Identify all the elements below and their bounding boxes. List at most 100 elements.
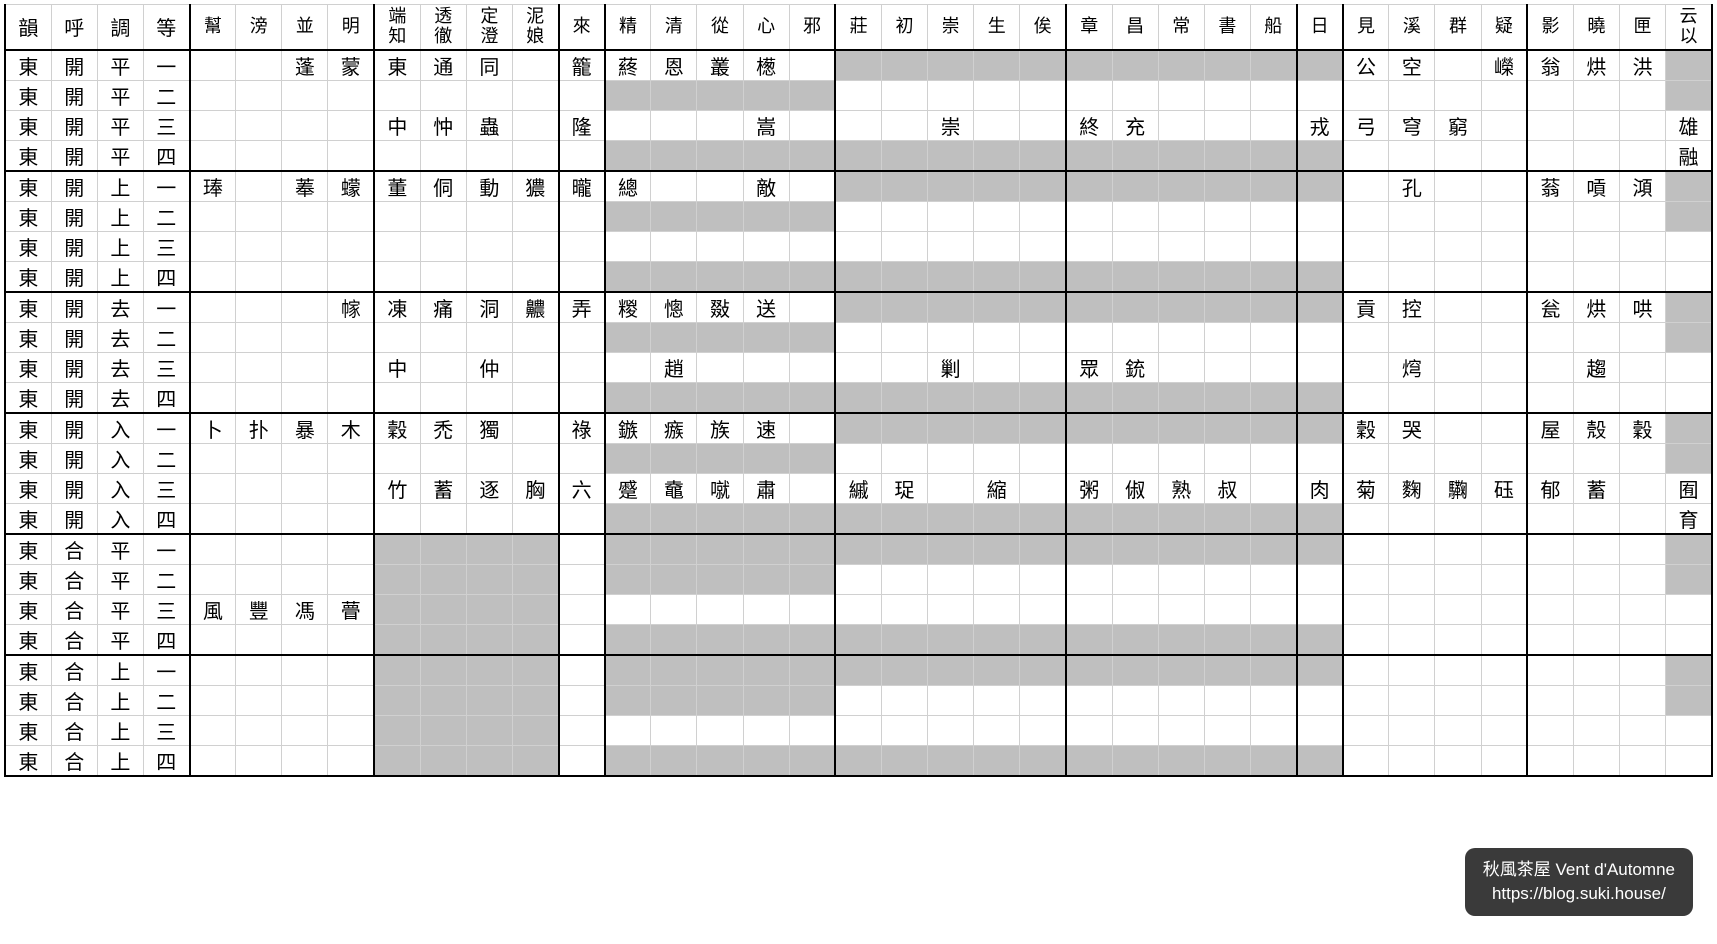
table-cell: 平 <box>97 110 143 140</box>
table-cell <box>236 443 282 473</box>
table-cell <box>789 50 835 81</box>
table-cell <box>559 534 605 565</box>
table-cell <box>697 745 743 776</box>
table-cell <box>1204 171 1250 202</box>
table-cell: 東 <box>5 292 51 323</box>
table-cell <box>928 292 974 323</box>
table-cell <box>928 413 974 444</box>
table-cell: 速 <box>743 413 789 444</box>
table-cell <box>651 80 697 110</box>
table-cell <box>1297 503 1343 534</box>
table-cell <box>1389 745 1435 776</box>
table-cell <box>697 261 743 292</box>
initial-header: 心 <box>743 5 789 50</box>
table-cell <box>1066 503 1112 534</box>
table-cell <box>1666 655 1713 686</box>
table-cell <box>512 352 558 382</box>
table-cell <box>236 745 282 776</box>
table-cell <box>1112 140 1158 171</box>
table-cell <box>236 503 282 534</box>
table-cell: 平 <box>97 50 143 81</box>
table-cell <box>190 473 236 503</box>
table-cell <box>1020 352 1066 382</box>
table-cell: 平 <box>97 80 143 110</box>
table-cell <box>466 655 512 686</box>
table-cell <box>881 110 927 140</box>
table-cell <box>420 443 466 473</box>
table-cell <box>1619 443 1665 473</box>
table-cell: 砡 <box>1481 473 1527 503</box>
table-cell <box>328 352 374 382</box>
table-cell <box>512 201 558 231</box>
table-cell: 合 <box>51 564 97 594</box>
table-cell <box>835 140 881 171</box>
table-cell <box>1250 50 1296 81</box>
table-cell <box>1297 261 1343 292</box>
table-cell <box>328 231 374 261</box>
table-cell <box>466 261 512 292</box>
table-cell <box>512 534 558 565</box>
table-cell <box>835 231 881 261</box>
table-cell <box>190 503 236 534</box>
table-cell <box>605 352 651 382</box>
table-cell <box>190 685 236 715</box>
table-cell <box>789 261 835 292</box>
table-cell <box>1573 80 1619 110</box>
table-cell <box>1158 201 1204 231</box>
table-cell: 開 <box>51 413 97 444</box>
table-cell <box>1389 201 1435 231</box>
table-cell <box>1435 443 1481 473</box>
table-cell <box>1619 261 1665 292</box>
table-cell: 祿 <box>559 413 605 444</box>
table-cell <box>1389 80 1435 110</box>
table-cell: 合 <box>51 534 97 565</box>
table-cell <box>1297 715 1343 745</box>
table-cell <box>881 413 927 444</box>
table-cell <box>1666 261 1713 292</box>
table-cell <box>974 503 1020 534</box>
table-cell <box>1020 655 1066 686</box>
table-cell <box>374 534 420 565</box>
table-cell <box>697 564 743 594</box>
table-cell <box>651 534 697 565</box>
table-cell <box>1527 140 1573 171</box>
table-cell: 穀 <box>1343 413 1389 444</box>
table-cell <box>1435 140 1481 171</box>
table-cell: 中 <box>374 110 420 140</box>
table-cell <box>512 50 558 81</box>
table-cell <box>190 564 236 594</box>
table-cell <box>1527 655 1573 686</box>
table-cell: 暴 <box>282 413 328 444</box>
table-cell <box>374 745 420 776</box>
table-cell: 哭 <box>1389 413 1435 444</box>
table-cell <box>743 80 789 110</box>
watermark-url: https://blog.suki.house/ <box>1483 882 1675 906</box>
table-cell <box>881 655 927 686</box>
table-cell <box>881 685 927 715</box>
table-cell <box>1527 443 1573 473</box>
table-cell <box>466 80 512 110</box>
table-cell <box>1666 534 1713 565</box>
table-cell <box>1481 715 1527 745</box>
table-cell <box>1020 745 1066 776</box>
table-cell <box>1666 322 1713 352</box>
table-cell <box>697 171 743 202</box>
initial-header: 初 <box>881 5 927 50</box>
table-cell: 一 <box>143 171 189 202</box>
table-cell: 平 <box>97 534 143 565</box>
table-cell <box>605 685 651 715</box>
table-cell <box>697 352 743 382</box>
table-cell: 合 <box>51 655 97 686</box>
table-cell <box>1619 715 1665 745</box>
table-cell <box>1066 171 1112 202</box>
table-cell: 合 <box>51 685 97 715</box>
table-cell <box>420 231 466 261</box>
table-cell <box>282 473 328 503</box>
table-cell <box>328 382 374 413</box>
table-cell <box>1297 140 1343 171</box>
table-cell <box>1666 382 1713 413</box>
table-cell: 四 <box>143 140 189 171</box>
table-cell <box>928 80 974 110</box>
table-cell <box>1066 261 1112 292</box>
table-cell <box>282 80 328 110</box>
